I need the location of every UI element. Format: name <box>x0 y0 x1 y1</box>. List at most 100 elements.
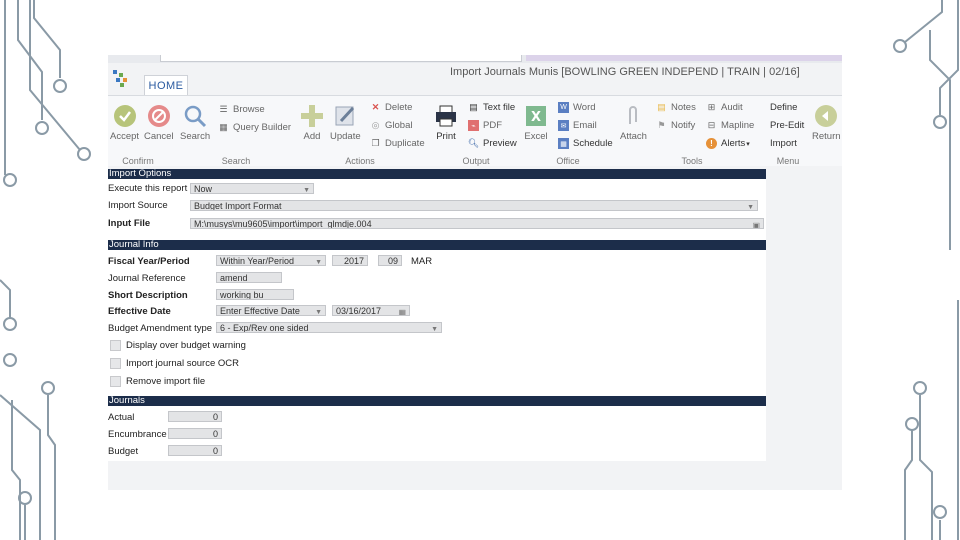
dropdown-arrow-icon: ▼ <box>315 259 322 266</box>
fiscal-year-period-label: Fiscal Year/Period <box>108 256 190 267</box>
pre-edit-button[interactable]: Pre-Edit <box>770 120 804 131</box>
execute-label: Execute this report <box>108 183 188 194</box>
app-screenshot: HOME Import Journals Munis [BOWLING GREE… <box>108 55 842 490</box>
audit-button[interactable]: ⊞ Audit <box>706 102 743 113</box>
pdf-icon: ⌁ <box>468 120 479 131</box>
over-budget-warning-checkbox[interactable] <box>110 340 121 351</box>
search-button[interactable]: Search <box>180 104 210 142</box>
notify-button[interactable]: ⚑ Notify <box>656 120 695 131</box>
back-arrow-icon <box>814 104 838 128</box>
text-file-button[interactable]: ▤ Text file <box>468 102 515 113</box>
group-label-office: Office <box>556 156 580 166</box>
attach-button[interactable]: Attach <box>620 104 647 142</box>
import-button[interactable]: Import <box>770 138 797 149</box>
window-title: Import Journals Munis [BOWLING GREEN IND… <box>450 66 800 78</box>
group-label-output: Output <box>462 156 490 166</box>
alerts-button[interactable]: ! Alerts ▾ <box>706 138 750 149</box>
dropdown-arrow-icon: ▼ <box>747 204 754 211</box>
alert-icon: ! <box>706 138 717 149</box>
printer-icon <box>434 104 458 128</box>
excel-icon: X <box>524 104 548 128</box>
file-browse-icon[interactable]: ▣ <box>752 220 760 228</box>
copy-icon: ❐ <box>371 138 380 148</box>
import-journals-form: Import Options Execute this report Now ▼ … <box>108 169 766 461</box>
email-button[interactable]: ✉ Email <box>558 120 597 131</box>
group-label-menu: Menu <box>776 156 800 166</box>
group-label-confirm: Confirm <box>122 156 154 166</box>
input-file-field[interactable]: M:\musys\mu9605\import\import_glmdje.004… <box>190 218 764 229</box>
execute-select[interactable]: Now ▼ <box>190 183 314 194</box>
notify-icon: ⚑ <box>657 120 666 130</box>
update-button[interactable]: Update <box>330 104 361 142</box>
dropdown-arrow-icon: ▼ <box>315 309 322 316</box>
section-header-journal-info: Journal Info <box>108 240 766 250</box>
import-ocr-label: Import journal source OCR <box>126 358 239 369</box>
input-file-label: Input File <box>108 218 151 229</box>
import-ocr-checkbox[interactable] <box>110 358 121 369</box>
word-icon: W <box>558 102 569 113</box>
edit-icon <box>333 104 357 128</box>
plus-icon <box>300 104 324 128</box>
fiscal-mode-select[interactable]: Within Year/Period ▼ <box>216 255 326 266</box>
define-button[interactable]: Define <box>770 102 797 113</box>
accept-button[interactable]: Accept <box>110 104 139 142</box>
svg-text:X: X <box>531 110 541 125</box>
check-circle-icon <box>113 104 137 128</box>
import-source-label: Import Source <box>108 200 168 211</box>
delete-button[interactable]: ✕ Delete <box>370 102 413 113</box>
fiscal-period-field[interactable]: 09 <box>378 255 402 266</box>
list-icon: ☰ <box>219 104 228 114</box>
browser-tab[interactable] <box>526 55 842 61</box>
budget-amendment-type-label: Budget Amendment type <box>108 323 213 334</box>
browse-button[interactable]: ☰ Browse <box>218 104 264 115</box>
duplicate-button[interactable]: ❐ Duplicate <box>370 138 424 149</box>
fiscal-year-field[interactable]: 2017 <box>332 255 368 266</box>
actual-field: 0 <box>168 411 222 422</box>
section-header-import-options: Import Options <box>108 169 766 179</box>
cancel-button[interactable]: Cancel <box>144 104 174 142</box>
short-description-field[interactable]: working bu <box>216 289 294 300</box>
section-header-journals: Journals <box>108 396 766 406</box>
dropdown-arrow-icon: ▼ <box>431 326 438 333</box>
remove-import-file-checkbox[interactable] <box>110 376 121 387</box>
calendar-icon[interactable]: ▦ <box>398 307 406 315</box>
effective-date-mode-select[interactable]: Enter Effective Date ▼ <box>216 305 326 316</box>
globe-icon: ◎ <box>371 120 380 130</box>
ribbon-toolbar: Accept Cancel Search ☰ Browse ▦ Query Buil… <box>108 95 842 166</box>
pdf-button[interactable]: ⌁ PDF <box>468 120 502 131</box>
paperclip-icon <box>621 104 645 128</box>
query-builder-button[interactable]: ▦ Query Builder <box>218 122 291 133</box>
notes-icon: ▤ <box>657 102 666 112</box>
group-label-search: Search <box>221 156 251 166</box>
email-icon: ✉ <box>558 120 569 131</box>
schedule-button[interactable]: ▦ Schedule <box>558 138 613 149</box>
remove-import-file-label: Remove import file <box>126 376 206 387</box>
tab-home[interactable]: HOME <box>144 75 188 96</box>
document-icon: ▤ <box>469 102 478 112</box>
print-button[interactable]: Print <box>434 104 458 142</box>
budget-amendment-type-select[interactable]: 6 - Exp/Rev one sided ▼ <box>216 322 442 333</box>
import-source-select[interactable]: Budget Import Format ▼ <box>190 200 758 211</box>
chevron-down-icon: ▾ <box>746 140 750 148</box>
over-budget-warning-label: Display over budget warning <box>126 340 246 351</box>
excel-button[interactable]: X Excel <box>524 104 548 142</box>
return-button[interactable]: Return <box>812 104 841 142</box>
actual-label: Actual <box>108 412 135 423</box>
mapline-icon: ⊟ <box>707 120 716 130</box>
mapline-button[interactable]: ⊟ Mapline <box>706 120 755 131</box>
add-button[interactable]: Add <box>300 104 324 142</box>
address-bar[interactable] <box>160 55 522 62</box>
group-label-actions: Actions <box>345 156 375 166</box>
budget-field: 0 <box>168 445 222 456</box>
query-icon: ▦ <box>219 122 228 132</box>
effective-date-field[interactable]: 03/16/2017 ▦ <box>332 305 410 316</box>
preview-icon: 🔍︎ <box>467 138 480 148</box>
magnifier-icon <box>183 104 207 128</box>
preview-button[interactable]: 🔍︎ Preview <box>468 138 517 149</box>
encumbrance-label: Encumbrance <box>108 429 167 440</box>
word-button[interactable]: W Word <box>558 102 596 113</box>
journal-reference-field[interactable]: amend <box>216 272 282 283</box>
fiscal-month-label: MAR <box>411 256 433 267</box>
notes-button[interactable]: ▤ Notes <box>656 102 696 113</box>
global-button[interactable]: ◎ Global <box>370 120 413 131</box>
